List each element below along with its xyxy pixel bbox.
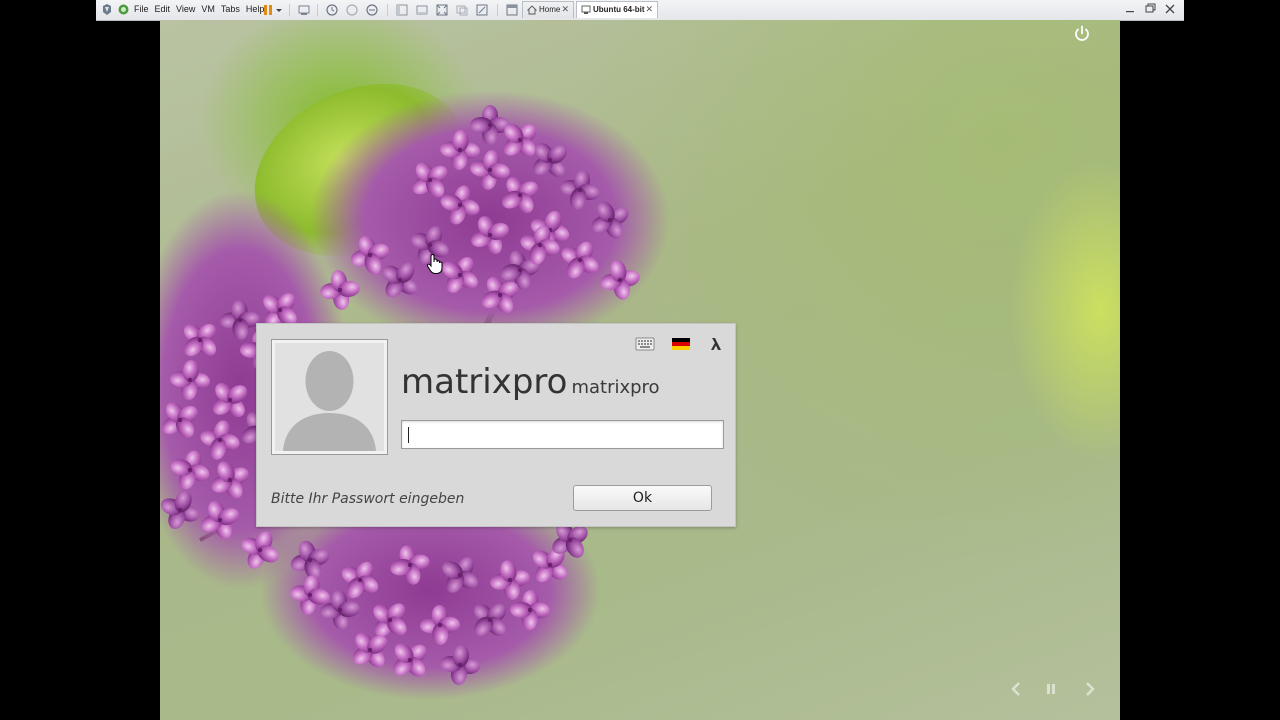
send-ctrl-alt-del-icon[interactable] [297, 3, 311, 17]
restore-icon[interactable] [1140, 2, 1160, 16]
stretch-icon[interactable] [475, 3, 489, 17]
vmware-menu-bar: File Edit View VM Tabs Help [134, 3, 270, 15]
close-icon[interactable] [1160, 2, 1180, 16]
user-silhouette-icon [283, 351, 376, 451]
german-flag-icon[interactable] [671, 336, 691, 352]
console-view-icon[interactable] [395, 3, 409, 17]
menu-vm[interactable]: VM [201, 3, 215, 15]
text-caret [408, 427, 409, 443]
guest-login-screen: matrixpro matrixpro Bitte Ihr Passwort ei… [160, 20, 1120, 720]
vm-icon [581, 5, 591, 14]
password-prompt: Bitte Ihr Passwort eingeben [271, 491, 465, 507]
menu-view[interactable]: View [176, 3, 195, 15]
tab-home[interactable]: Home ✕ [522, 1, 574, 18]
vmware-title-bar: File Edit View VM Tabs Help Home ✕ Ubunt… [96, 0, 1184, 21]
hand-cursor-icon [426, 253, 443, 274]
avatar [271, 339, 388, 455]
tab-home-close-icon[interactable]: ✕ [561, 4, 569, 14]
username-large: matrixpro [401, 362, 568, 402]
password-field[interactable] [401, 420, 724, 449]
user-name-display: matrixpro matrixpro [401, 362, 660, 408]
full-screen-icon[interactable] [415, 3, 429, 17]
menu-file[interactable]: File [134, 3, 149, 15]
snapshot-revert-icon[interactable] [345, 3, 359, 17]
snapshot-take-icon[interactable] [325, 3, 339, 17]
menu-tabs[interactable]: Tabs [221, 3, 240, 15]
ok-button[interactable]: Ok [573, 485, 712, 511]
vmware-logo-icon[interactable] [102, 4, 112, 15]
tab-ubuntu-close-icon[interactable]: ✕ [645, 4, 653, 14]
power-icon[interactable] [1072, 24, 1092, 44]
fit-guest-icon[interactable] [435, 3, 449, 17]
next-arrow-icon[interactable] [1080, 680, 1098, 698]
vm-state-icon[interactable] [118, 4, 129, 15]
previous-arrow-icon[interactable] [1008, 680, 1026, 698]
window-controls [1120, 2, 1180, 16]
tab-home-label: Home [539, 5, 561, 14]
pause-icon[interactable] [1042, 680, 1060, 698]
tab-ubuntu-64-bit[interactable]: Ubuntu 64-bit ✕ [576, 1, 658, 18]
slideshow-controls [1008, 678, 1098, 700]
username-small: matrixpro [571, 377, 660, 398]
tab-ubuntu-label: Ubuntu 64-bit [593, 5, 645, 14]
home-icon [527, 5, 537, 15]
lambda-session-icon[interactable] [709, 336, 725, 352]
keyboard-icon[interactable] [635, 336, 655, 352]
snapshot-manager-icon[interactable] [365, 3, 379, 17]
minimize-icon[interactable] [1120, 2, 1140, 16]
dropdown-arrow-icon[interactable] [275, 3, 283, 17]
pause-icon[interactable] [261, 3, 275, 17]
unity-icon[interactable] [455, 3, 469, 17]
screen: File Edit View VM Tabs Help Home ✕ Ubunt… [0, 0, 1280, 720]
library-icon[interactable] [505, 3, 519, 17]
login-dialog: matrixpro matrixpro Bitte Ihr Passwort ei… [256, 323, 736, 527]
menu-edit[interactable]: Edit [155, 3, 171, 15]
